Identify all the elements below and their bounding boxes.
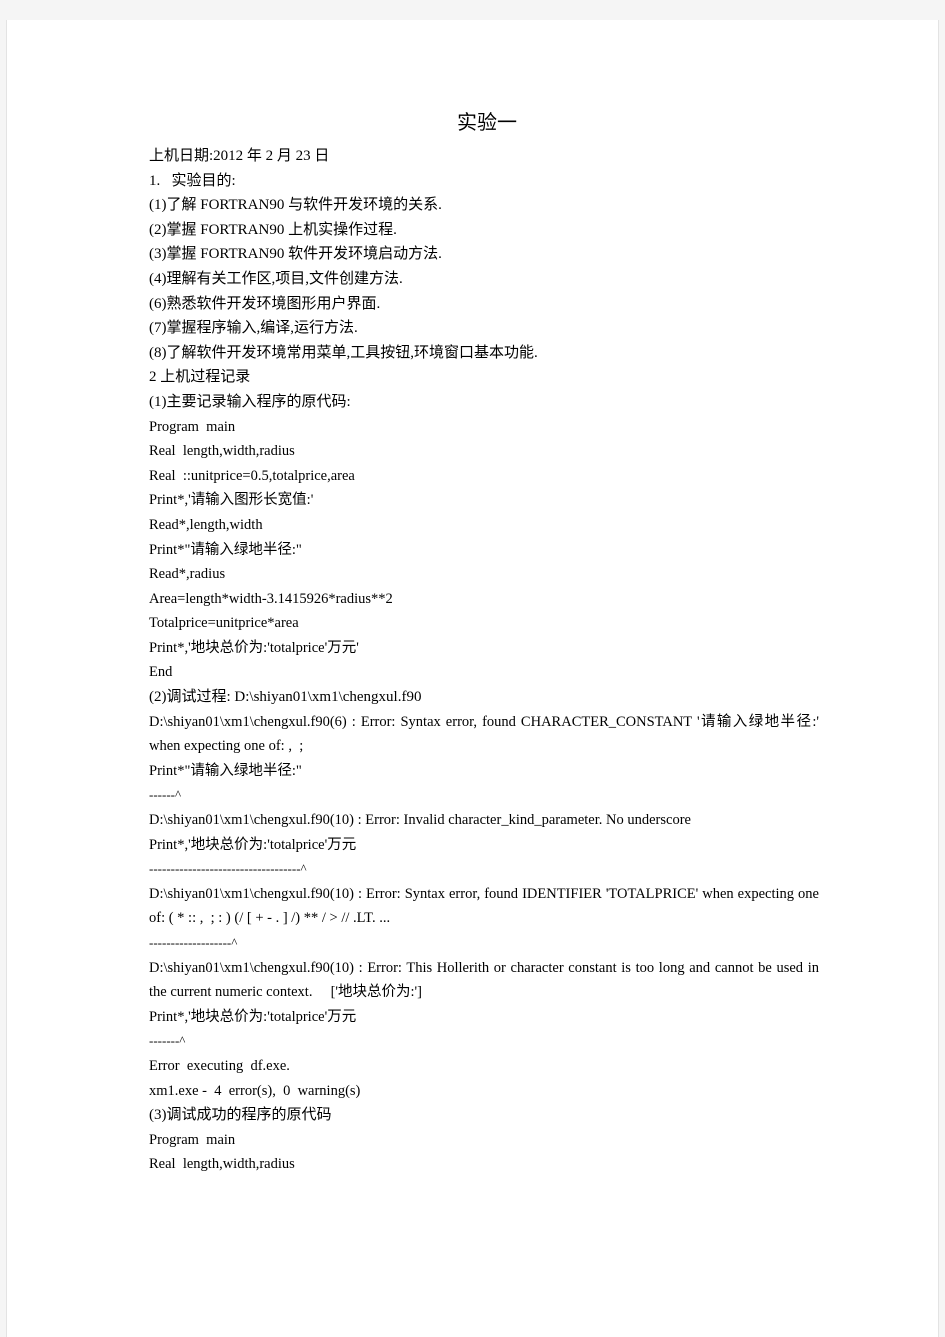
code-line: Program main — [149, 1131, 236, 1148]
compiler-error-line: D:\shiyan01\xm1\chengxul.f90(10) : Error… — [149, 959, 823, 1001]
build-status-line: xm1.exe - 4 error(s), 0 warning(s) — [149, 1082, 361, 1099]
section-1-heading: 1. 实验目的: — [149, 172, 236, 189]
code-line: Print*,'请输入图形长宽值:' — [149, 492, 314, 509]
compiler-error-line: D:\shiyan01\xm1\chengxul.f90(10) : Error… — [149, 885, 823, 927]
code-line: Read*,radius — [149, 566, 226, 583]
code-line: Read*,length,width — [149, 516, 263, 533]
caret-marker-line: -----------------------------------^ — [149, 861, 307, 877]
experiment-date-line: 上机日期:2012 年 2 月 23 日 — [149, 148, 330, 164]
page-title: 实验一 — [457, 112, 517, 134]
code-line: Print*,'地块总价为:'totalprice'万元' — [149, 639, 359, 656]
objective-item: (3)掌握 FORTRAN90 软件开发环境启动方法. — [149, 246, 442, 263]
caret-marker-line: -------^ — [149, 1033, 186, 1049]
objectives-list: (1)了解 FORTRAN90 与软件开发环境的关系. (2)掌握 FORTRA… — [149, 193, 819, 365]
compiler-error-line: D:\shiyan01\xm1\chengxul.f90(10) : Error… — [149, 812, 691, 829]
objective-item: (6)熟悉软件开发环境图形用户界面. — [149, 295, 381, 312]
code-line: Totalprice=unitprice*area — [149, 615, 299, 632]
code-line: End — [149, 664, 173, 681]
code-line: Print*,'地块总价为:'totalprice'万元 — [149, 1008, 357, 1025]
section-2-heading: 2 上机过程记录 — [149, 369, 251, 386]
code-line: Program main — [149, 418, 236, 435]
code-line: Real length,width,radius — [149, 443, 295, 460]
subsection-3-heading: (3)调试成功的程序的原代码 — [149, 1107, 332, 1124]
objective-item: (2)掌握 FORTRAN90 上机实操作过程. — [149, 221, 397, 238]
subsection-2-heading: (2)调试过程: D:\shiyan01\xm1\chengxul.f90 — [149, 689, 422, 706]
compiler-error-line: D:\shiyan01\xm1\chengxul.f90(6) : Error:… — [149, 713, 823, 755]
source-code-block-2: Program main Real length,width,radius — [149, 1128, 819, 1177]
objective-item: (1)了解 FORTRAN90 与软件开发环境的关系. — [149, 197, 442, 214]
document-content: 实验一 上机日期:2012 年 2 月 23 日 1. 实验目的: (1)了解 … — [149, 108, 819, 1177]
debug-log-block: D:\shiyan01\xm1\chengxul.f90(6) : Error:… — [149, 710, 819, 1104]
subsection-1-heading: (1)主要记录输入程序的原代码: — [149, 393, 351, 410]
code-line: Print*"请输入绿地半径:" — [149, 762, 302, 779]
objective-item: (4)理解有关工作区,项目,文件创建方法. — [149, 270, 403, 287]
caret-marker-line: ------^ — [149, 787, 182, 803]
code-line: Print*,'地块总价为:'totalprice'万元 — [149, 836, 357, 853]
objective-item: (7)掌握程序输入,编译,运行方法. — [149, 320, 358, 337]
code-line: Real ::unitprice=0.5,totalprice,area — [149, 467, 355, 484]
code-line: Real length,width,radius — [149, 1156, 295, 1173]
code-line: Area=length*width-3.1415926*radius**2 — [149, 590, 393, 607]
objective-item: (8)了解软件开发环境常用菜单,工具按钮,环境窗口基本功能. — [149, 344, 538, 361]
source-code-block-1: Program main Real length,width,radius Re… — [149, 415, 819, 686]
document-page: 实验一 上机日期:2012 年 2 月 23 日 1. 实验目的: (1)了解 … — [6, 20, 939, 1337]
code-line: Print*"请输入绿地半径:" — [149, 541, 302, 558]
caret-marker-line: -------------------^ — [149, 935, 238, 950]
build-status-line: Error executing df.exe. — [149, 1057, 290, 1074]
